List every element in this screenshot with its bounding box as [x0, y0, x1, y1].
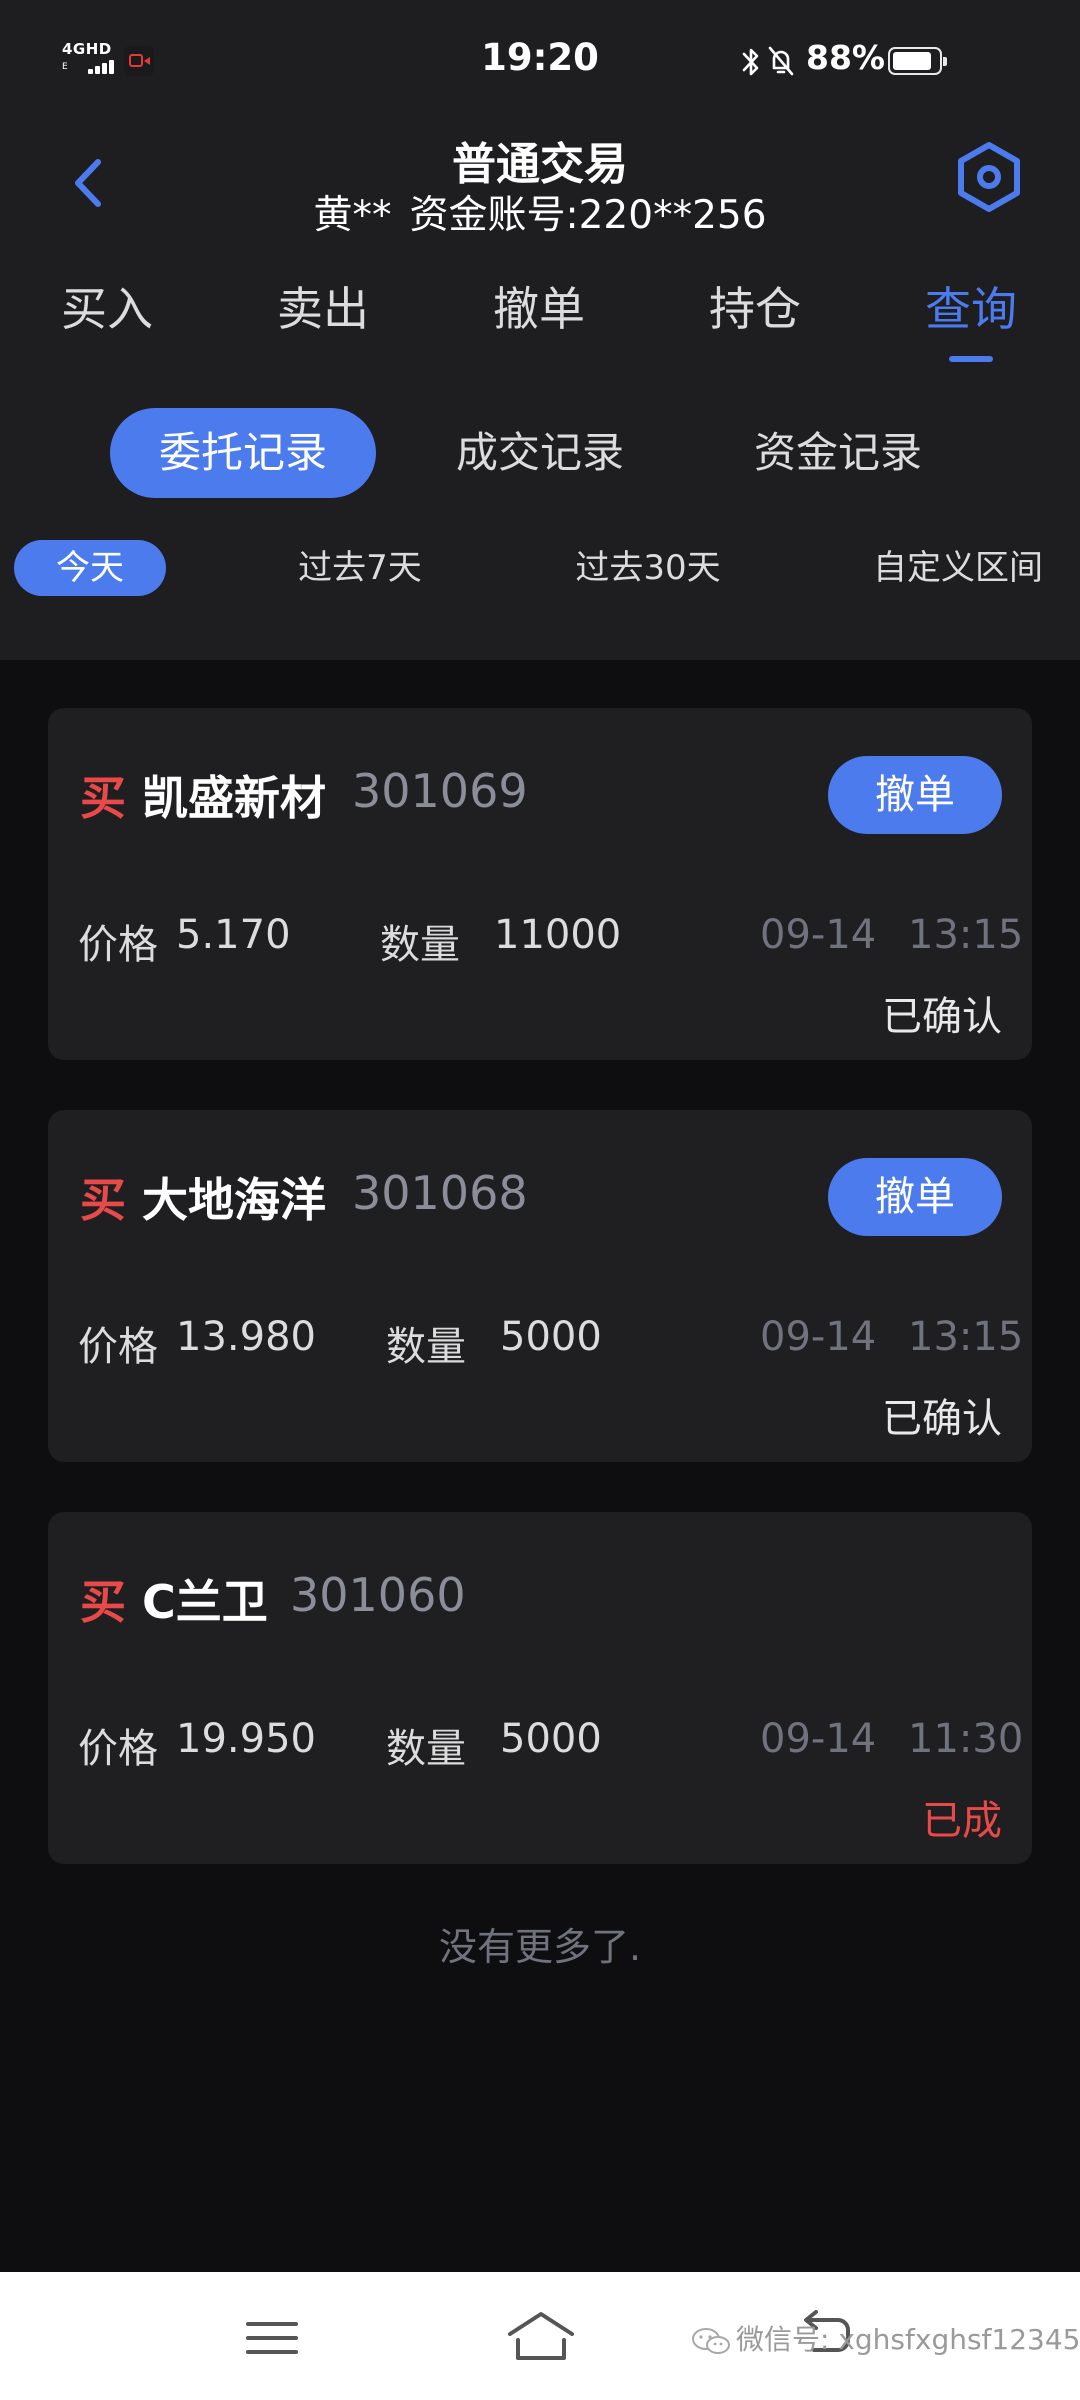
order-side: 买 — [80, 1173, 126, 1227]
clock: 19:20 — [481, 36, 599, 79]
quantity-value: 5000 — [500, 1314, 602, 1360]
cellular-e-icon: E — [62, 62, 68, 72]
home-icon[interactable] — [506, 2310, 576, 2364]
account-name: 黄** — [313, 193, 392, 238]
price-label: 价格 — [78, 1726, 158, 1772]
order-date: 09-14 — [760, 1314, 877, 1360]
bell-off-icon — [768, 46, 794, 76]
wechat-icon — [692, 2328, 730, 2354]
order-time: 13:15 — [908, 912, 1024, 958]
tab-query-label: 查询 — [925, 282, 1017, 336]
price-value: 19.950 — [176, 1716, 316, 1762]
order-date: 09-14 — [760, 912, 877, 958]
quantity-label: 数量 — [386, 1726, 466, 1772]
status-bar: 4GHD E 19:20 88% — [0, 0, 1080, 120]
cellular-signal-icon: 4GHD E — [62, 40, 114, 78]
price-label: 价格 — [78, 922, 158, 968]
order-card[interactable]: 买 C兰卫 301060 价格 19.950 数量 5000 09-14 11:… — [48, 1512, 1032, 1864]
stock-code: 301060 — [290, 1568, 466, 1622]
date-tab-7-days[interactable]: 过去7天 — [270, 540, 450, 596]
date-range-tabs: 今天 过去7天 过去30天 自定义区间 — [0, 540, 1080, 600]
quantity-label: 数量 — [380, 922, 460, 968]
main-tabs: 买入 卖出 撤单 持仓 查询 — [0, 264, 1080, 374]
tab-sell[interactable]: 卖出 — [248, 264, 398, 354]
stock-name: 凯盛新材 — [142, 771, 326, 825]
stock-code: 301068 — [352, 1166, 528, 1220]
screen-record-icon — [124, 46, 154, 76]
list-end-message: 没有更多了. — [438, 1925, 642, 1969]
battery-icon — [888, 47, 947, 75]
order-side: 买 — [80, 1575, 126, 1629]
tab-positions[interactable]: 持仓 — [680, 264, 830, 354]
order-list: 买 凯盛新材 301069 撤单 价格 5.170 数量 11000 09-14… — [0, 660, 1080, 2272]
date-tab-30-days[interactable]: 过去30天 — [550, 540, 746, 596]
quantity-value: 5000 — [500, 1716, 602, 1762]
record-type-tabs: 委托记录 成交记录 资金记录 — [0, 408, 1080, 500]
tab-fund-records[interactable]: 资金记录 — [718, 408, 958, 498]
price-label: 价格 — [78, 1324, 158, 1370]
watermark: 微信号: xghsfxghsf12345 — [690, 2318, 1080, 2358]
order-card[interactable]: 买 凯盛新材 301069 撤单 价格 5.170 数量 11000 09-14… — [48, 708, 1032, 1060]
order-card[interactable]: 买 大地海洋 301068 撤单 价格 13.980 数量 5000 09-14… — [48, 1110, 1032, 1462]
bluetooth-icon — [742, 48, 759, 76]
cancel-order-button[interactable]: 撤单 — [828, 1158, 1002, 1236]
stock-name: 大地海洋 — [142, 1173, 326, 1227]
tab-trade-records[interactable]: 成交记录 — [420, 408, 660, 498]
active-tab-indicator — [949, 356, 993, 362]
stock-name: C兰卫 — [142, 1575, 268, 1629]
network-type: 4GHD — [62, 40, 112, 58]
page-title: 普通交易 — [452, 139, 628, 190]
order-status: 已确认 — [882, 1396, 1002, 1442]
tab-order-records[interactable]: 委托记录 — [110, 408, 376, 498]
tab-cancel-order[interactable]: 撤单 — [464, 264, 614, 354]
order-time: 11:30 — [908, 1716, 1024, 1762]
date-tab-today[interactable]: 今天 — [14, 540, 166, 596]
battery-percent: 88% — [806, 38, 885, 77]
account-info: 黄** 资金账号:220**256 — [0, 184, 1080, 240]
menu-icon[interactable] — [244, 2318, 300, 2358]
date-tab-custom-range[interactable]: 自定义区间 — [860, 540, 1056, 596]
cancel-order-button[interactable]: 撤单 — [828, 756, 1002, 834]
tab-query[interactable]: 查询 — [896, 264, 1046, 362]
order-status: 已确认 — [882, 994, 1002, 1040]
tab-buy[interactable]: 买入 — [32, 264, 182, 354]
settings-hexagon-icon[interactable] — [954, 140, 1024, 214]
watermark-text: 微信号: xghsfxghsf12345 — [736, 2323, 1080, 2356]
order-date: 09-14 — [760, 1716, 877, 1762]
order-status: 已成 — [922, 1798, 1002, 1844]
stock-code: 301069 — [352, 764, 528, 818]
order-time: 13:15 — [908, 1314, 1024, 1360]
order-side: 买 — [80, 771, 126, 825]
quantity-value: 11000 — [494, 912, 622, 958]
quantity-label: 数量 — [386, 1324, 466, 1370]
header: 普通交易 黄** 资金账号:220**256 买入 卖出 撤单 持仓 查询 委托记… — [0, 120, 1080, 660]
price-value: 5.170 — [176, 912, 291, 958]
price-value: 13.980 — [176, 1314, 316, 1360]
account-number: 资金账号:220**256 — [409, 193, 767, 238]
